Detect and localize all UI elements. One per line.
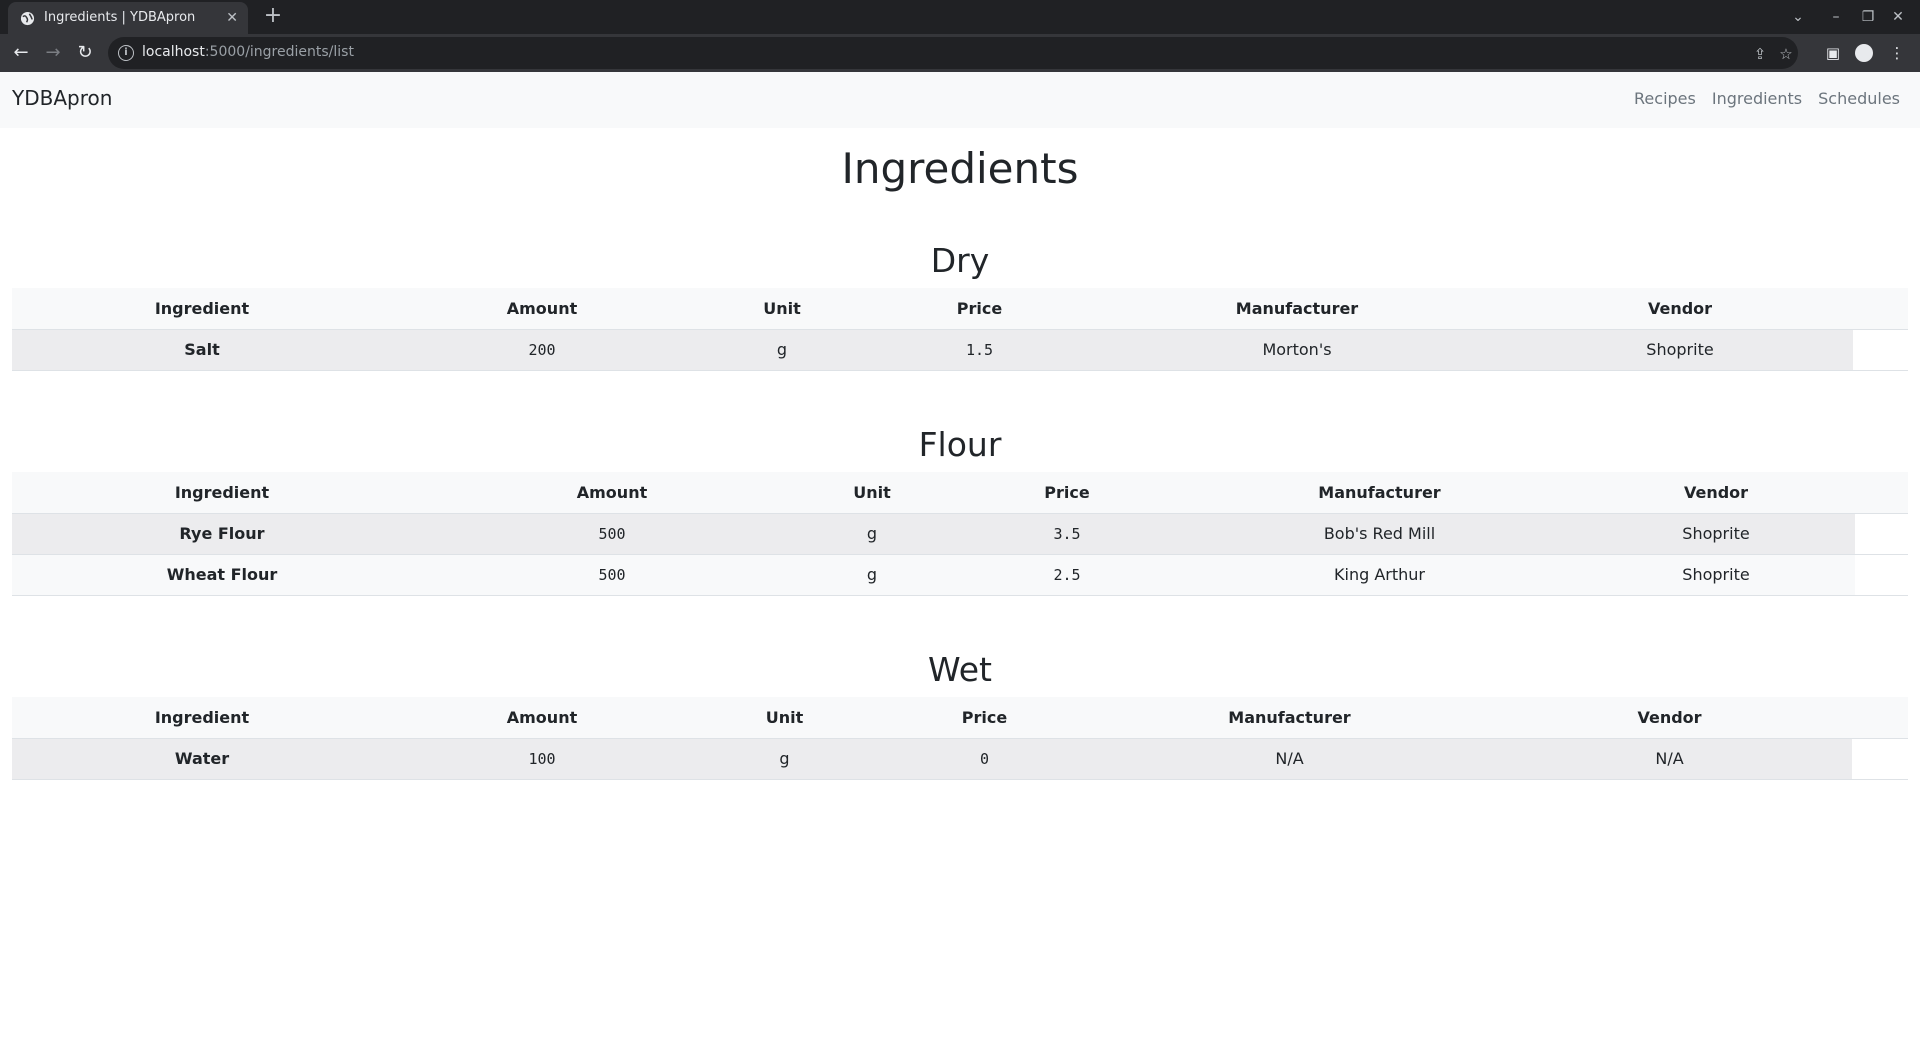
- browser-toolbar: ← → ↻ i localhost:5000/ingredients/list …: [0, 34, 1920, 72]
- vendor-cell: N/A: [1487, 738, 1852, 780]
- amount-cell: 500: [432, 554, 792, 596]
- table-row: Wheat Flour 500 g 2.5 King Arthur Shopri…: [12, 554, 1908, 596]
- ingredient-cell: Salt: [12, 329, 392, 371]
- bookmark-star-icon[interactable]: ☆: [1776, 44, 1796, 64]
- close-tab-icon[interactable]: ✕: [226, 9, 238, 27]
- column-header: Vendor: [1577, 472, 1855, 514]
- header-spacer: [1853, 288, 1908, 330]
- section-title: Wet: [928, 650, 992, 689]
- vendor-cell: Shoprite: [1577, 554, 1855, 596]
- minimize-icon[interactable]: –: [1824, 6, 1848, 28]
- brand-link[interactable]: YDBApron: [12, 86, 112, 110]
- column-header: Ingredient: [12, 472, 432, 514]
- back-icon[interactable]: ←: [8, 41, 34, 65]
- nav-link-ingredients[interactable]: Ingredients: [1712, 89, 1802, 108]
- ingredient-cell: Wheat Flour: [12, 554, 432, 596]
- column-header: Ingredient: [12, 697, 392, 739]
- share-icon[interactable]: ⇪: [1750, 44, 1770, 64]
- vendor-cell: Shoprite: [1507, 329, 1853, 371]
- ingredients-table: Ingredient Amount Unit Price Manufacture…: [12, 697, 1908, 780]
- ingredient-cell: Rye Flour: [12, 513, 432, 555]
- price-cell: 3.5: [952, 513, 1182, 555]
- table-row: Salt 200 g 1.5 Morton's Shoprite: [12, 329, 1908, 371]
- unit-cell: g: [792, 554, 952, 596]
- url-text[interactable]: localhost:5000/ingredients/list: [142, 44, 354, 60]
- forward-icon[interactable]: →: [40, 41, 66, 65]
- page-content: YDBApron Recipes Ingredients Schedules I…: [0, 72, 1920, 1048]
- column-header: Unit: [692, 288, 872, 330]
- url-host: localhost: [142, 44, 205, 60]
- site-navbar: YDBApron Recipes Ingredients Schedules: [0, 72, 1920, 128]
- manufacturer-cell: Morton's: [1087, 329, 1507, 371]
- browser-tab-strip: Ingredients | YDBApron ✕ + ⌄ – ❐ ✕: [0, 0, 1920, 34]
- column-header: Price: [872, 288, 1087, 330]
- close-window-icon[interactable]: ✕: [1886, 6, 1910, 28]
- reload-icon[interactable]: ↻: [72, 41, 98, 65]
- amount-cell: 100: [392, 738, 692, 780]
- new-tab-button[interactable]: +: [260, 4, 286, 30]
- ingredients-table: Ingredient Amount Unit Price Manufacture…: [12, 288, 1908, 371]
- price-cell: 2.5: [952, 554, 1182, 596]
- amount-cell: 200: [392, 329, 692, 371]
- unit-cell: g: [692, 329, 872, 371]
- column-header: Amount: [392, 697, 692, 739]
- table-header-row: Ingredient Amount Unit Price Manufacture…: [12, 697, 1908, 739]
- site-info-icon[interactable]: i: [118, 45, 134, 61]
- section-dry: Dry Ingredient Amount Unit Price Manufac…: [12, 234, 1908, 371]
- table-header-row: Ingredient Amount Unit Price Manufacture…: [12, 288, 1908, 330]
- restore-icon[interactable]: ❐: [1856, 6, 1880, 28]
- column-header: Manufacturer: [1092, 697, 1487, 739]
- column-header: Vendor: [1507, 288, 1853, 330]
- unit-cell: g: [692, 738, 877, 780]
- menu-icon[interactable]: ⋮: [1886, 42, 1908, 64]
- column-header: Amount: [432, 472, 792, 514]
- amount-cell: 500: [432, 513, 792, 555]
- header-spacer: [1855, 472, 1908, 514]
- table-row: Water 100 g 0 N/A N/A: [12, 738, 1908, 780]
- column-header: Unit: [792, 472, 952, 514]
- column-header: Vendor: [1487, 697, 1852, 739]
- side-panel-icon[interactable]: ▣: [1822, 42, 1844, 64]
- column-header: Price: [952, 472, 1182, 514]
- page-title: Ingredients: [841, 144, 1079, 193]
- nav-link-schedules[interactable]: Schedules: [1818, 89, 1900, 108]
- section-wet: Wet Ingredient Amount Unit Price Manufac…: [12, 643, 1908, 780]
- column-header: Manufacturer: [1087, 288, 1507, 330]
- ingredient-cell: Water: [12, 738, 392, 780]
- browser-tab[interactable]: Ingredients | YDBApron ✕: [8, 2, 248, 34]
- row-spacer: [1853, 329, 1908, 371]
- price-cell: 0: [877, 738, 1092, 780]
- table-row: Rye Flour 500 g 3.5 Bob's Red Mill Shopr…: [12, 513, 1908, 555]
- manufacturer-cell: Bob's Red Mill: [1182, 513, 1577, 555]
- tab-search-icon[interactable]: ⌄: [1786, 6, 1810, 28]
- section-flour: Flour Ingredient Amount Unit Price Manuf…: [12, 418, 1908, 596]
- row-spacer: [1855, 513, 1908, 555]
- column-header: Amount: [392, 288, 692, 330]
- column-header: Ingredient: [12, 288, 392, 330]
- tab-title: Ingredients | YDBApron: [44, 10, 196, 25]
- section-title: Flour: [918, 425, 1002, 464]
- nav-links: Recipes Ingredients Schedules: [1634, 89, 1900, 108]
- row-spacer: [1852, 738, 1908, 780]
- profile-icon[interactable]: [1855, 44, 1873, 62]
- column-header: Price: [877, 697, 1092, 739]
- section-title: Dry: [930, 241, 990, 280]
- column-header: Manufacturer: [1182, 472, 1577, 514]
- address-bar[interactable]: i localhost:5000/ingredients/list ⇪ ☆: [108, 37, 1798, 69]
- row-spacer: [1855, 554, 1908, 596]
- header-spacer: [1852, 697, 1908, 739]
- ingredients-table: Ingredient Amount Unit Price Manufacture…: [12, 472, 1908, 596]
- nav-link-recipes[interactable]: Recipes: [1634, 89, 1696, 108]
- column-header: Unit: [692, 697, 877, 739]
- manufacturer-cell: N/A: [1092, 738, 1487, 780]
- table-header-row: Ingredient Amount Unit Price Manufacture…: [12, 472, 1908, 514]
- manufacturer-cell: King Arthur: [1182, 554, 1577, 596]
- globe-icon: [20, 11, 35, 26]
- vendor-cell: Shoprite: [1577, 513, 1855, 555]
- unit-cell: g: [792, 513, 952, 555]
- price-cell: 1.5: [872, 329, 1087, 371]
- url-path: :5000/ingredients/list: [204, 44, 354, 60]
